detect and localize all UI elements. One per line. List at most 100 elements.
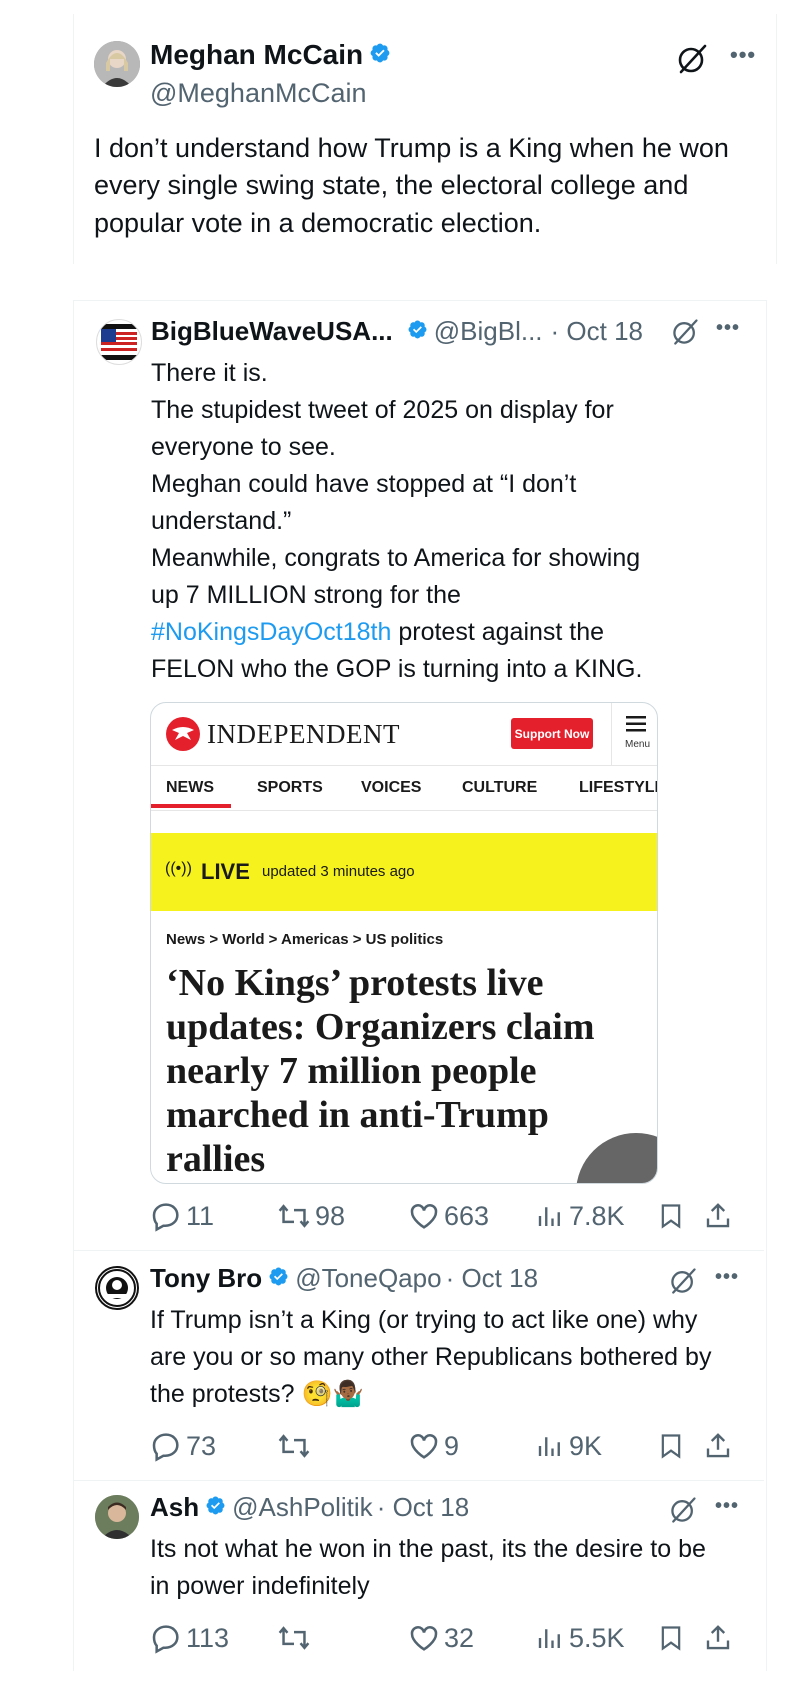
reply-count: 113 bbox=[186, 1622, 230, 1653]
heart-icon bbox=[410, 1434, 438, 1459]
bookmark-button[interactable] bbox=[657, 1430, 689, 1462]
avatar[interactable] bbox=[96, 319, 142, 365]
live-updated: updated 3 minutes ago bbox=[262, 863, 415, 880]
avatar[interactable] bbox=[94, 41, 140, 87]
hashtag-link[interactable]: #NoKingsDayOct18th bbox=[151, 618, 391, 646]
author-handle[interactable]: @MeghanMcCain bbox=[150, 78, 367, 109]
author-row: Ash @AshPolitik · Oct 18 bbox=[150, 1492, 469, 1523]
bookmark-button[interactable] bbox=[657, 1622, 689, 1654]
menu-area bbox=[611, 703, 657, 765]
nav-culture: CULTURE bbox=[462, 779, 538, 796]
share-icon bbox=[706, 1625, 730, 1650]
repost-button[interactable]: 98 bbox=[277, 1200, 345, 1232]
author-row: Tony Bro @ToneQapo · Oct 18 bbox=[150, 1263, 538, 1294]
menu-label: Menu bbox=[625, 739, 651, 750]
bookmark-button[interactable] bbox=[657, 1200, 689, 1232]
like-count: 9 bbox=[444, 1430, 460, 1461]
post-text-line: up 7 MILLION strong for the bbox=[151, 581, 461, 609]
post-text-segment: protest against the bbox=[391, 618, 605, 646]
author-row: BigBlueWaveUSA... @BigBl... · Oct 18 bbox=[151, 316, 643, 347]
reply-button[interactable]: 73 bbox=[150, 1430, 216, 1462]
repost-button[interactable] bbox=[277, 1430, 315, 1462]
author-row: Meghan McCain bbox=[150, 39, 391, 71]
author-name[interactable]: Meghan McCain bbox=[150, 39, 363, 71]
like-button[interactable]: 9 bbox=[408, 1430, 459, 1462]
avatar[interactable] bbox=[95, 1266, 139, 1310]
verified-badge-icon bbox=[407, 316, 428, 347]
share-button[interactable] bbox=[703, 1622, 737, 1654]
repost-button[interactable] bbox=[277, 1622, 315, 1654]
nav-voices: VOICES bbox=[361, 779, 422, 796]
verified-badge-icon bbox=[268, 1263, 289, 1294]
more-options-icon[interactable]: ••• bbox=[730, 42, 756, 68]
author-handle[interactable]: @AshPolitik bbox=[232, 1492, 373, 1523]
like-button[interactable]: 663 bbox=[408, 1200, 489, 1232]
more-options-icon[interactable]: ••• bbox=[716, 317, 740, 340]
post-actions: 113 32 5.5K bbox=[150, 1620, 750, 1656]
article-headline: ‘No Kings’ protests live updates: Organi… bbox=[166, 962, 595, 1180]
views-button[interactable]: 5.5K bbox=[535, 1622, 625, 1654]
divider bbox=[74, 1480, 764, 1481]
post-text-line: Meanwhile, congrats to America for showi… bbox=[151, 544, 641, 572]
repost-icon bbox=[278, 1626, 310, 1650]
author-name[interactable]: Ash bbox=[150, 1492, 199, 1523]
like-count: 32 bbox=[444, 1622, 475, 1653]
author-handle[interactable]: @ToneQapo bbox=[295, 1263, 441, 1294]
views-count: 9K bbox=[569, 1430, 603, 1461]
author-name[interactable]: BigBlueWaveUSA... bbox=[151, 316, 393, 347]
views-button[interactable]: 9K bbox=[535, 1430, 602, 1462]
like-count: 663 bbox=[444, 1200, 490, 1231]
post-date[interactable]: · Oct 18 bbox=[377, 1492, 469, 1523]
post-date[interactable]: · Oct 18 bbox=[551, 316, 643, 347]
bookmark-icon bbox=[661, 1204, 681, 1229]
views-count: 7.8K bbox=[569, 1200, 625, 1231]
share-button[interactable] bbox=[703, 1430, 737, 1462]
post-text-line: FELON who the GOP is turning into a KING… bbox=[151, 655, 643, 683]
nav-active-indicator bbox=[151, 804, 231, 808]
grok-icon[interactable] bbox=[670, 317, 700, 352]
reply-button[interactable]: 11 bbox=[150, 1200, 214, 1232]
independent-nav: NEWS SPORTS VOICES CULTURE LIFESTYLE bbox=[151, 766, 657, 811]
heart-icon bbox=[410, 1626, 438, 1651]
live-banner: ((•)) LIVE updated 3 minutes ago bbox=[151, 833, 657, 911]
like-button[interactable]: 32 bbox=[408, 1622, 474, 1654]
bookmark-icon bbox=[661, 1626, 681, 1651]
more-options-icon[interactable]: ••• bbox=[715, 1495, 739, 1518]
author-handle[interactable]: @BigBl... bbox=[434, 316, 543, 347]
views-count: 5.5K bbox=[569, 1622, 625, 1653]
main-post-card: Meghan McCain @MeghanMcCain ••• I don’t … bbox=[73, 14, 777, 264]
repost-icon bbox=[278, 1434, 310, 1458]
reply-button[interactable]: 113 bbox=[150, 1622, 229, 1654]
grok-icon[interactable] bbox=[675, 42, 709, 81]
nav-lifestyle: LIFESTYLE bbox=[579, 779, 658, 796]
post-text-line: understand.” bbox=[151, 507, 292, 535]
post-actions: 73 9 9K bbox=[150, 1428, 750, 1464]
more-options-icon[interactable]: ••• bbox=[715, 1266, 739, 1289]
reply-icon bbox=[152, 1203, 179, 1232]
avatar[interactable] bbox=[95, 1495, 139, 1539]
post-text-line: everyone to see. bbox=[151, 433, 336, 461]
bookmark-icon bbox=[661, 1434, 681, 1459]
share-button[interactable] bbox=[703, 1200, 737, 1232]
grok-icon[interactable] bbox=[668, 1266, 698, 1301]
independent-header: INDEPENDENT Support Now Menu bbox=[151, 703, 657, 766]
post-text: If Trump isn’t a King (or trying to act … bbox=[150, 1306, 712, 1408]
independent-eagle-icon bbox=[166, 717, 200, 751]
grok-icon[interactable] bbox=[668, 1495, 698, 1530]
post-text-line: #NoKingsDayOct18th protest against the bbox=[151, 614, 711, 651]
views-button[interactable]: 7.8K bbox=[535, 1200, 625, 1232]
hamburger-icon bbox=[626, 716, 646, 732]
reply-count: 73 bbox=[186, 1430, 217, 1461]
share-icon bbox=[706, 1433, 730, 1458]
embedded-image[interactable]: INDEPENDENT Support Now Menu NEWS SPORTS… bbox=[150, 702, 658, 1184]
author-name[interactable]: Tony Bro bbox=[150, 1263, 262, 1294]
verified-badge-icon bbox=[369, 39, 391, 71]
support-now-button: Support Now bbox=[511, 718, 593, 749]
breadcrumb: News > World > Americas > US politics bbox=[166, 931, 444, 948]
reply-icon bbox=[152, 1625, 179, 1654]
verified-badge-icon bbox=[205, 1492, 226, 1523]
repost-count: 98 bbox=[315, 1200, 346, 1231]
post-date[interactable]: · Oct 18 bbox=[446, 1263, 538, 1294]
reply-icon bbox=[152, 1433, 179, 1462]
divider bbox=[74, 1250, 764, 1251]
